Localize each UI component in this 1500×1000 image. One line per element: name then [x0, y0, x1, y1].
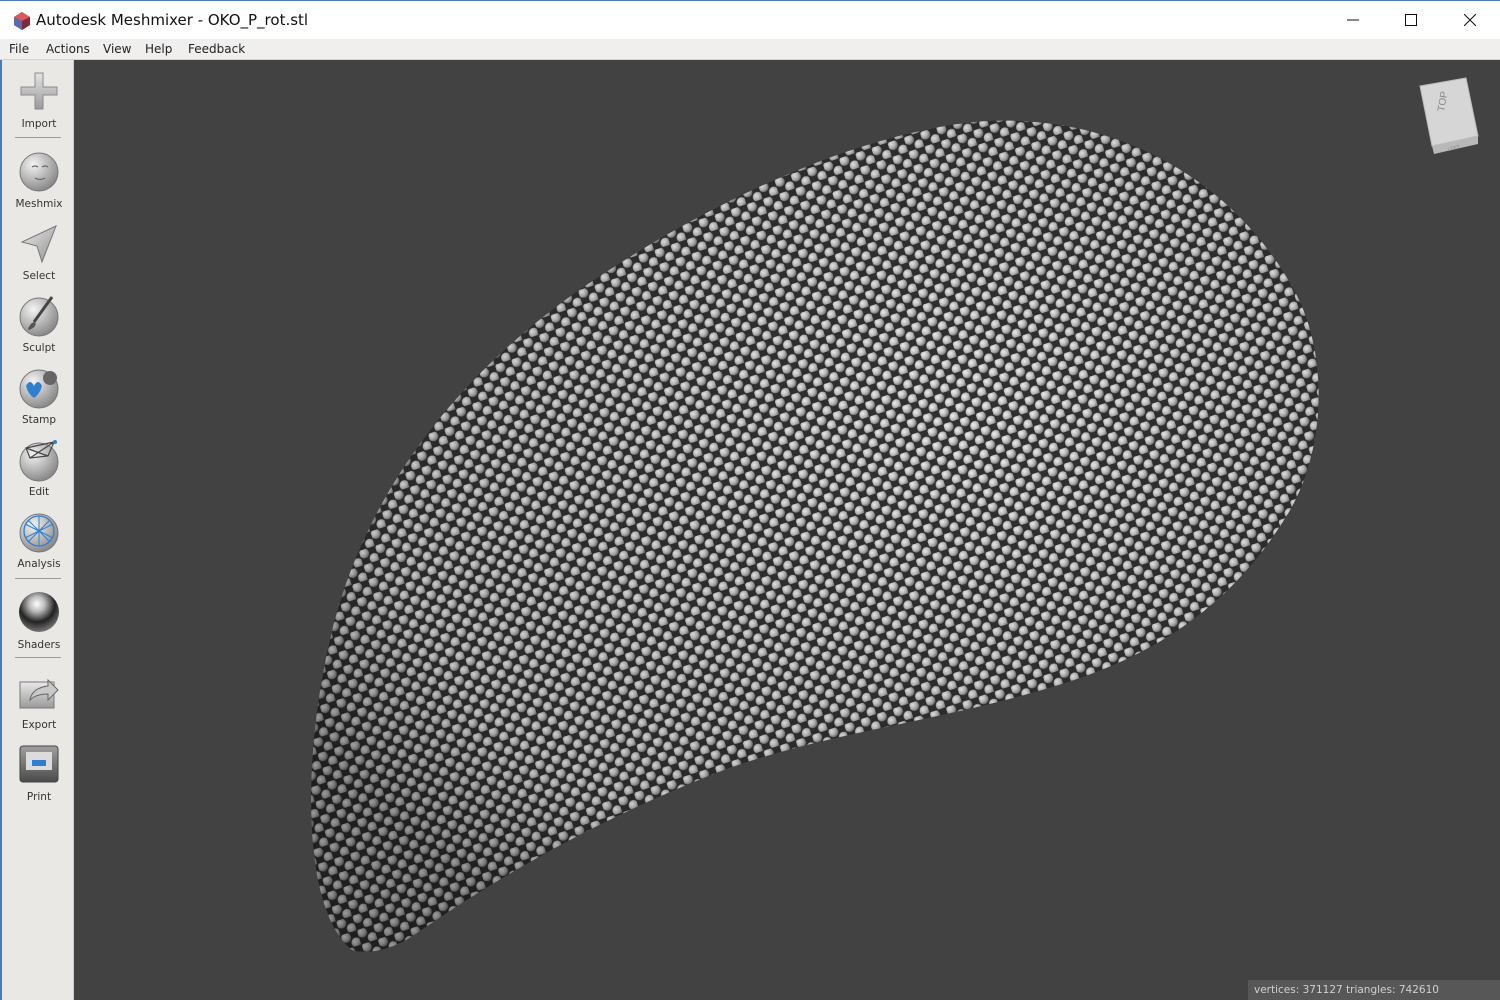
- printer-icon: [19, 745, 59, 783]
- meshmixer-logo-icon: [14, 12, 30, 30]
- close-button[interactable]: [1441, 1, 1499, 39]
- print-tool[interactable]: Print: [4, 744, 74, 812]
- tool-sidebar: Import Meshmix Select Sculpt Stamp Edit …: [0, 60, 74, 1000]
- menu-actions[interactable]: Actions: [46, 42, 90, 56]
- meshmix-label: Meshmix: [15, 198, 63, 210]
- analysis-tool[interactable]: Analysis: [4, 510, 74, 578]
- analysis-sphere-icon: [19, 513, 59, 553]
- import-label: Import: [21, 118, 57, 130]
- export-tool[interactable]: Export: [4, 672, 74, 740]
- maximize-icon: [1405, 14, 1417, 26]
- view-cube-left-label: LEFT: [1447, 145, 1460, 153]
- toolbar-separator: [15, 137, 61, 138]
- analysis-label: Analysis: [17, 558, 61, 570]
- shaders-label: Shaders: [17, 639, 61, 651]
- stamp-icon: [19, 369, 59, 409]
- mesh-stats: vertices: 371127 triangles: 742610: [1254, 984, 1439, 996]
- import-tool[interactable]: Import: [4, 70, 74, 138]
- toolbar-separator: [15, 578, 61, 579]
- select-label: Select: [22, 270, 56, 282]
- 3d-viewport[interactable]: TOP LEFT vertices: 371127 triangles: 742…: [74, 60, 1500, 1000]
- plus-icon: [20, 72, 58, 110]
- edit-tool[interactable]: Edit: [4, 438, 74, 506]
- maximize-button[interactable]: [1382, 1, 1440, 39]
- meshmix-tool[interactable]: Meshmix: [4, 150, 74, 218]
- shaders-tool[interactable]: Shaders: [4, 590, 74, 658]
- window-title: Autodesk Meshmixer - OKO_P_rot.stl: [36, 11, 309, 29]
- menu-help[interactable]: Help: [145, 42, 172, 56]
- print-label: Print: [26, 791, 52, 803]
- menu-feedback[interactable]: Feedback: [188, 42, 245, 56]
- edit-mesh-icon: [19, 440, 59, 482]
- export-icon: [19, 678, 59, 709]
- close-icon: [1464, 14, 1476, 26]
- title-bar: Autodesk Meshmixer - OKO_P_rot.stl: [0, 0, 1500, 39]
- minimize-icon: [1347, 19, 1359, 21]
- sculpt-label: Sculpt: [22, 342, 56, 354]
- minimize-button[interactable]: [1324, 1, 1382, 39]
- meshmix-face-icon: [19, 152, 59, 192]
- stamp-tool[interactable]: Stamp: [4, 366, 74, 434]
- export-label: Export: [21, 719, 57, 731]
- menu-bar: File Actions View Help Feedback: [0, 39, 1500, 60]
- shader-sphere-icon: [19, 592, 59, 632]
- status-bar: vertices: 371127 triangles: 742610: [1248, 980, 1500, 1000]
- menu-file[interactable]: File: [9, 42, 29, 56]
- mesh-model[interactable]: [74, 60, 1500, 1000]
- select-tool[interactable]: Select: [4, 222, 74, 290]
- mesh-shading: [311, 120, 1319, 952]
- toolbar-separator: [15, 657, 61, 658]
- menu-view[interactable]: View: [103, 42, 131, 56]
- edit-label: Edit: [28, 486, 50, 498]
- sculpt-brush-icon: [19, 296, 59, 337]
- stamp-label: Stamp: [21, 414, 57, 426]
- sculpt-tool[interactable]: Sculpt: [4, 294, 74, 362]
- view-cube[interactable]: TOP LEFT: [1414, 76, 1484, 156]
- cursor-arrow-icon: [20, 225, 57, 264]
